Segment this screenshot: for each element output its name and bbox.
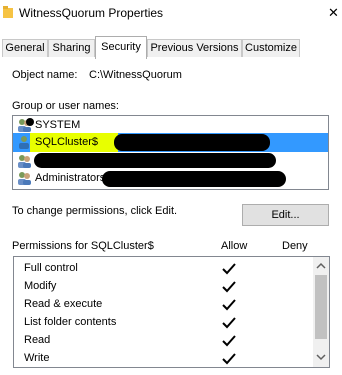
allow-checkmark-icon [222,353,236,365]
permission-name: Read & execute [24,298,103,310]
redaction-mark [26,118,34,126]
permission-name: Modify [24,280,57,292]
permissions-list[interactable]: Full control Modify Read & execute List … [13,256,330,368]
principal-name: Administrators [35,172,106,184]
tab-previous-versions[interactable]: Previous Versions [147,39,242,57]
redaction-block [114,134,270,151]
allow-checkmark-icon [222,317,236,329]
allow-checkmark-icon [222,281,236,293]
folder-icon [3,6,13,18]
users-icon [18,155,31,168]
deny-header: Deny [282,240,308,252]
tab-security[interactable]: Security [95,36,147,59]
group-label: Group or user names: [12,100,119,112]
tab-general[interactable]: General [2,39,48,57]
allow-header: Allow [221,240,248,252]
allow-checkmark-icon [222,335,236,347]
redaction-block [102,171,286,187]
allow-checkmark-icon [222,299,236,311]
permission-name: Write [24,352,50,364]
principal-name: SYSTEM [35,119,81,131]
tab-customize[interactable]: Customize [242,39,300,57]
permissions-scrollbar[interactable] [313,257,329,367]
permission-name: Full control [24,262,78,274]
user-icon [19,136,29,149]
users-icon [18,172,31,185]
object-name-value: C:\WitnessQuorum [89,69,182,81]
scroll-up-icon[interactable] [316,261,326,271]
edit-button[interactable]: Edit... [242,204,329,226]
permissions-header: Permissions for SQLCluster$ [12,240,154,252]
principal-name: SQLCluster$ [35,136,98,148]
change-permissions-text: To change permissions, click Edit. [12,205,178,217]
window-title: WitnessQuorum Properties [19,6,164,20]
tab-sharing[interactable]: Sharing [48,39,95,57]
scroll-thumb[interactable] [315,275,327,339]
scroll-down-icon[interactable] [316,352,326,362]
redaction-block [34,153,276,168]
permission-name: List folder contents [24,316,117,328]
object-name-label: Object name: [12,69,78,81]
permission-name: Read [24,334,51,346]
close-icon[interactable]: ✕ [328,5,339,21]
allow-checkmark-icon [222,263,236,275]
